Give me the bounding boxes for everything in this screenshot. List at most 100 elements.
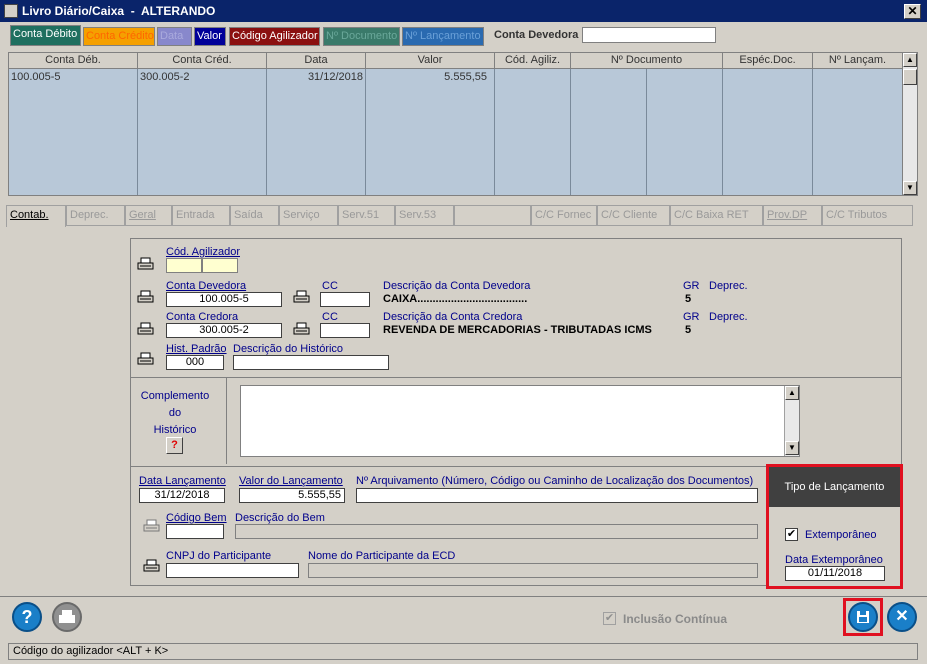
printer-icon[interactable]: [293, 290, 310, 304]
arquivamento-input[interactable]: [356, 488, 758, 503]
scroll-up-icon[interactable]: ▲: [903, 53, 917, 67]
subtab-7[interactable]: Serv.53: [395, 205, 454, 226]
complemento-label: Complemento do Histórico: [140, 388, 210, 439]
printer-icon[interactable]: [137, 322, 154, 336]
cod-agilizador-input-2[interactable]: [202, 258, 238, 273]
printer-icon[interactable]: [137, 257, 154, 271]
printer-icon[interactable]: [137, 352, 154, 366]
conta-devedora-search-input[interactable]: [582, 27, 716, 43]
inclusao-continua-checkbox[interactable]: ✔: [603, 612, 616, 625]
print-button[interactable]: [52, 602, 82, 632]
tab-6[interactable]: Nº Lançamento: [402, 27, 484, 46]
data-lancamento-input[interactable]: 31/12/2018: [139, 488, 225, 503]
printer-icon[interactable]: [143, 519, 160, 533]
descricao-bem-label: Descrição do Bem: [235, 512, 325, 524]
column-header[interactable]: Espéc.Doc.: [723, 53, 813, 69]
hist-padrao-input[interactable]: 000: [166, 355, 224, 370]
cancel-button[interactable]: ✕: [887, 602, 917, 632]
tab-2[interactable]: Data: [157, 27, 192, 46]
grid-column: [723, 69, 813, 195]
table-cell: 31/12/2018: [307, 71, 363, 83]
app-icon: [4, 4, 18, 18]
conta-credora-input[interactable]: 300.005-2: [166, 323, 282, 338]
subtab-2[interactable]: Geral: [125, 205, 172, 226]
entries-grid[interactable]: Conta Déb. Conta Créd. Data Valor Cód. Agili…: [8, 52, 903, 196]
subtab-5[interactable]: Serviço: [279, 205, 338, 226]
cc-devedora-label: CC: [322, 280, 338, 292]
help-complemento-button[interactable]: ?: [166, 437, 183, 454]
textarea-scrollbar[interactable]: ▲ ▼: [784, 386, 799, 456]
valor-lancamento-label: Valor do Lançamento: [239, 475, 343, 487]
printer-icon: [59, 610, 75, 623]
column-header[interactable]: Cód. Agiliz.: [495, 53, 571, 69]
codigo-bem-input[interactable]: [166, 524, 224, 539]
grid-column: [267, 69, 366, 195]
extemporaneo-checkbox[interactable]: ✔: [785, 528, 798, 541]
subtab-12[interactable]: Prov.DP: [763, 205, 822, 226]
table-cell: 300.005-2: [140, 71, 190, 83]
extemporaneo-label: Extemporâneo: [805, 529, 877, 541]
grid-column: [495, 69, 571, 195]
scroll-thumb[interactable]: [903, 69, 917, 85]
subtab-0[interactable]: Contab.: [6, 205, 66, 227]
grid-column: [571, 69, 723, 195]
tab-1[interactable]: Conta Crédito: [83, 27, 155, 46]
deprec-devedora-label: Deprec.: [709, 280, 748, 292]
data-lancamento-label: Data Lançamento: [139, 475, 226, 487]
column-header[interactable]: Nº Documento: [571, 53, 723, 69]
conta-credora-label: Conta Credora: [166, 311, 239, 323]
column-header[interactable]: Conta Créd.: [138, 53, 267, 69]
cc-credora-input[interactable]: [320, 323, 370, 338]
column-header[interactable]: Nº Lançam.: [813, 53, 902, 69]
subtab-1[interactable]: Deprec.: [66, 205, 125, 226]
tipo-lancamento-title: Tipo de Lançamento: [769, 467, 900, 507]
cod-agilizador-input-1[interactable]: [166, 258, 202, 273]
desc-devedora-value: CAIXA...................................…: [383, 293, 528, 305]
printer-icon[interactable]: [137, 290, 154, 304]
floppy-icon: [857, 611, 869, 623]
grid-scrollbar[interactable]: ▲ ▼: [902, 52, 918, 196]
divider: [226, 378, 227, 464]
help-button[interactable]: ?: [12, 602, 42, 632]
tab-0[interactable]: Conta Débito: [10, 25, 81, 46]
valor-lancamento-input[interactable]: 5.555,55: [239, 488, 345, 503]
tab-3[interactable]: Valor: [194, 27, 226, 46]
desc-devedora-label: Descrição da Conta Devedora: [383, 280, 531, 292]
subtab-10[interactable]: C/C Cliente: [597, 205, 670, 226]
conta-devedora-search-label: Conta Devedora: [494, 29, 579, 41]
complemento-label-line1: Complemento: [140, 390, 210, 402]
complemento-textarea[interactable]: ▲ ▼: [240, 385, 800, 457]
gr-credora-label: GR: [683, 311, 700, 323]
conta-devedora-input[interactable]: 100.005-5: [166, 292, 282, 307]
tab-5[interactable]: Nº Documento: [323, 27, 400, 46]
subtab-9[interactable]: C/C Fornec: [531, 205, 597, 226]
column-header[interactable]: Conta Déb.: [9, 53, 138, 69]
scroll-down-icon[interactable]: ▼: [903, 181, 917, 195]
printer-icon[interactable]: [143, 559, 160, 573]
subtab-8[interactable]: [454, 205, 531, 226]
subtab-4[interactable]: Saída: [230, 205, 279, 226]
scroll-down-icon[interactable]: ▼: [785, 441, 799, 455]
table-cell: 5.555,55: [444, 71, 487, 83]
subtab-11[interactable]: C/C Baixa RET: [670, 205, 763, 226]
close-window-button[interactable]: ✕: [904, 4, 921, 19]
cc-devedora-input[interactable]: [320, 292, 370, 307]
tab-4[interactable]: Código Agilizador: [229, 27, 320, 46]
save-button[interactable]: [848, 602, 878, 632]
subtab-13[interactable]: C/C Tributos: [822, 205, 913, 226]
deprec-credora-label: Deprec.: [709, 311, 748, 323]
column-header[interactable]: Valor: [366, 53, 495, 69]
cnpj-participante-input[interactable]: [166, 563, 299, 578]
subtab-6[interactable]: Serv.51: [338, 205, 395, 226]
scroll-up-icon[interactable]: ▲: [785, 386, 799, 400]
subtab-3[interactable]: Entrada: [172, 205, 230, 226]
grid-column: [366, 69, 495, 195]
column-header[interactable]: Data: [267, 53, 366, 69]
printer-icon[interactable]: [293, 322, 310, 336]
desc-historico-input[interactable]: [233, 355, 389, 370]
nome-participante-label: Nome do Participante da ECD: [308, 550, 456, 562]
inclusao-continua-label: Inclusão Contínua: [623, 612, 728, 626]
desc-historico-label: Descrição do Histórico: [233, 343, 344, 355]
conta-devedora-label: Conta Devedora: [166, 280, 247, 292]
data-extemporaneo-input[interactable]: 01/11/2018: [785, 566, 885, 581]
